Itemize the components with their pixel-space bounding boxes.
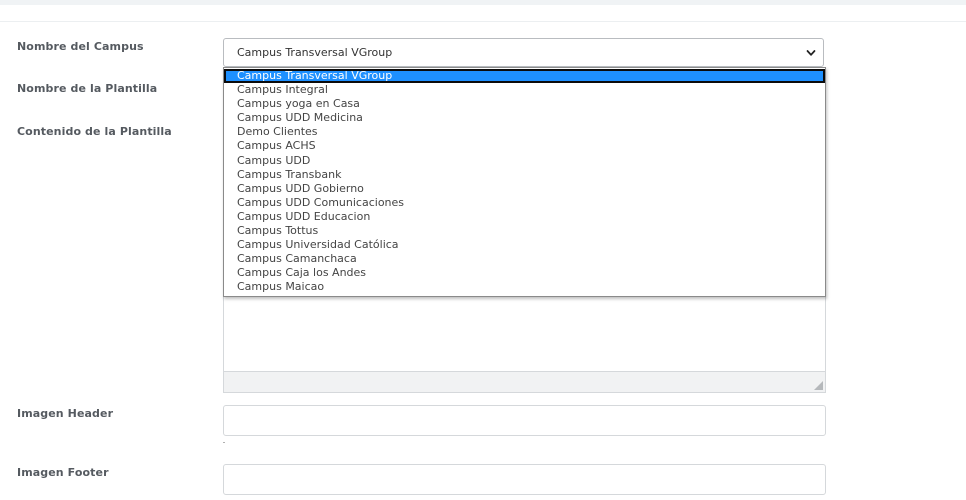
footer-image-label: Imagen Footer <box>17 466 109 479</box>
top-bar <box>0 0 966 5</box>
dropdown-option[interactable]: Campus UDD Educacion <box>224 210 825 224</box>
template-name-label: Nombre de la Plantilla <box>17 82 158 95</box>
dropdown-option[interactable]: Campus Universidad Católica <box>224 238 825 252</box>
campus-select-value: Campus Transversal VGroup <box>237 46 393 59</box>
footer-image-input[interactable] <box>223 464 826 495</box>
email-template-form-page: Nombre del Campus Nombre de la Plantilla… <box>0 0 966 500</box>
dropdown-option[interactable]: Campus Tottus <box>224 224 825 238</box>
dropdown-option[interactable]: Demo Clientes <box>224 125 825 139</box>
top-divider <box>0 21 966 22</box>
dropdown-option[interactable]: Campus Maicao <box>224 280 825 294</box>
template-content-label: Contenido de la Plantilla <box>17 125 172 138</box>
dropdown-option[interactable]: Campus UDD <box>224 154 825 168</box>
dropdown-option[interactable]: Campus UDD Gobierno <box>224 182 825 196</box>
template-content-editor[interactable] <box>223 290 826 393</box>
dropdown-option[interactable]: Campus Caja los Andes <box>224 266 825 280</box>
dropdown-option[interactable]: Campus Transversal VGroup <box>224 69 825 84</box>
dropdown-option[interactable]: Campus Camanchaca <box>224 252 825 266</box>
campus-select[interactable]: Campus Transversal VGroup <box>223 38 824 67</box>
dropdown-option[interactable]: Campus UDD Comunicaciones <box>224 196 825 210</box>
dropdown-option[interactable]: Campus Integral <box>224 83 825 97</box>
chevron-down-icon <box>806 50 816 56</box>
campus-dropdown-list[interactable]: Campus Transversal VGroup Campus Integral… <box>223 67 826 297</box>
helper-dot <box>223 442 225 443</box>
header-image-label: Imagen Header <box>17 407 114 420</box>
dropdown-option[interactable]: Campus Transbank <box>224 168 825 182</box>
campus-label: Nombre del Campus <box>17 40 144 53</box>
dropdown-option[interactable]: Campus UDD Medicina <box>224 111 825 125</box>
dropdown-option[interactable]: Campus ACHS <box>224 139 825 153</box>
editor-status-bar <box>224 371 825 392</box>
header-image-input[interactable] <box>223 405 826 436</box>
dropdown-option[interactable]: Campus yoga en Casa <box>224 97 825 111</box>
resize-grip-icon[interactable] <box>814 381 823 390</box>
